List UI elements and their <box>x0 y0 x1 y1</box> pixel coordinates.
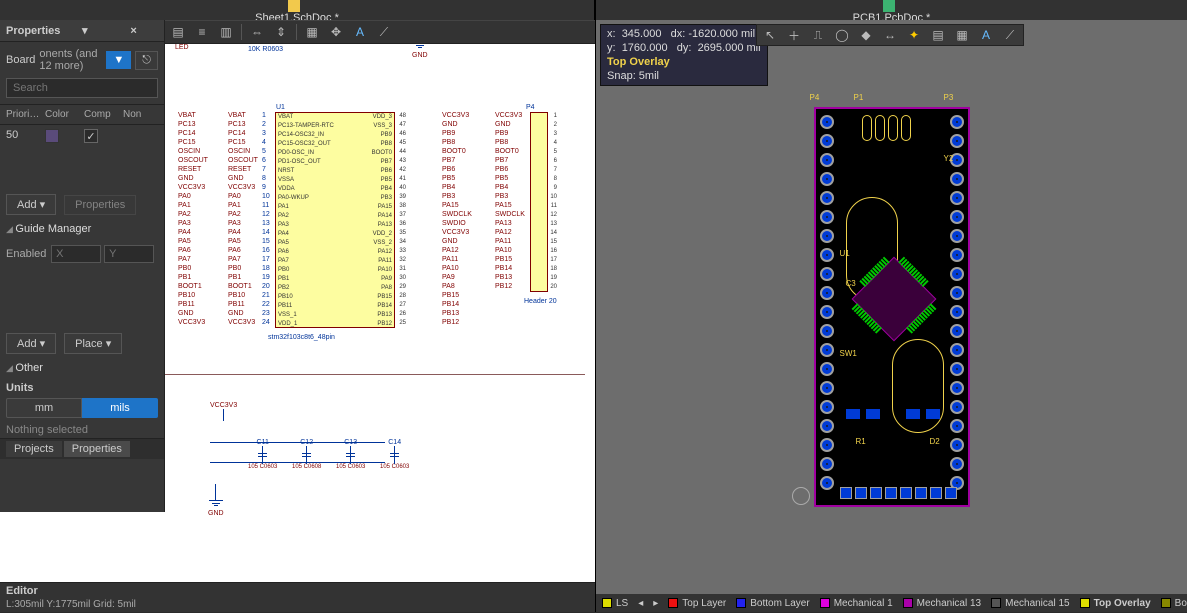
header-body[interactable]: 1234567891011121314151617181920 <box>530 112 548 292</box>
footer-tab-properties[interactable]: Properties <box>64 441 130 457</box>
header-des: P4 <box>526 104 535 111</box>
guide-enabled-label: Enabled <box>6 248 48 260</box>
properties-panel: Properties ▾ × Board onents (and 12 more… <box>0 20 165 512</box>
add-icon[interactable]: ＋ <box>785 26 803 44</box>
other-section-header[interactable]: Other <box>0 358 164 378</box>
pcb-canvas[interactable]: P4 P1 P3 SW1 <box>596 20 1187 594</box>
silk-r1: R1 <box>856 437 866 446</box>
led-label: LED <box>175 44 189 51</box>
distribute-h-icon[interactable]: ⇔ <box>248 23 266 41</box>
route-icon[interactable]: ⎍ <box>809 26 827 44</box>
header-name: Header 20 <box>524 298 557 305</box>
left-statusbar: Editor L:305mil Y:1775mil Grid: 5mil <box>0 582 595 612</box>
add-guide-button[interactable]: Add ▾ <box>6 333 56 354</box>
gnd-top-label: GND <box>412 52 428 59</box>
units-label: Units <box>6 382 158 394</box>
silk-p4: P4 <box>810 93 820 102</box>
highlight-icon[interactable]: ✦ <box>905 26 923 44</box>
origin-marker <box>792 487 810 505</box>
move-icon[interactable]: ✥ <box>327 23 345 41</box>
schematic-toolbar: ▤ ≡ ▥ ⇔ ⇕ ▦ ✥ A ⟋ <box>165 20 595 44</box>
measure-icon[interactable]: ⟋ <box>375 23 393 41</box>
layer-tabs: LS ◂ ▸ Top LayerBottom LayerMechanical 1… <box>596 594 1187 612</box>
layer-tab[interactable]: Mechanical 13 <box>903 598 981 609</box>
chip-body[interactable]: VBATPC13-TAMPER-RTCPC14-OSC32_INPC15-OSC… <box>275 112 395 328</box>
cursor-status: L:305mil Y:1775mil Grid: 5mil <box>0 599 595 613</box>
align-left-icon[interactable]: ▤ <box>169 23 187 41</box>
align-right-icon[interactable]: ▥ <box>217 23 235 41</box>
active-layer: Top Overlay <box>607 55 761 69</box>
comp-checkbox[interactable]: ✓ <box>84 129 98 143</box>
schematic-file-icon <box>288 0 300 12</box>
grid-header: Priori… Color Comp Non <box>0 105 164 125</box>
layer-tab[interactable]: Bottom Layer <box>736 598 809 609</box>
silk-d2: D2 <box>930 437 940 446</box>
cursor-icon[interactable]: ↖ <box>761 26 779 44</box>
grid-icon[interactable]: ▦ <box>303 23 321 41</box>
panel-close-icon[interactable]: × <box>109 25 158 37</box>
distribute-v-icon[interactable]: ⇕ <box>272 23 290 41</box>
pcb-file-icon <box>883 0 895 12</box>
silk-p1: P1 <box>854 93 864 102</box>
properties-button[interactable]: Properties <box>64 195 136 215</box>
filter-button[interactable]: ▼ <box>106 51 131 69</box>
grid-row[interactable]: 50 ✓ <box>0 125 164 150</box>
pcb-toolbar: ↖ ＋ ⎍ ◯ ◆ ↔ ✦ ▤ ▦ A ⟋ <box>756 24 1024 46</box>
footer-tab-projects[interactable]: Projects <box>6 441 62 457</box>
text-icon[interactable]: A <box>351 23 369 41</box>
place-button[interactable]: Place ▾ <box>64 333 122 354</box>
silk-y2: Y2 <box>944 154 954 163</box>
pcb-heads-up: x: 345.000 dx: -1620.000 mil y: 1760.000… <box>600 24 768 86</box>
snap-label: Snap: 5mil <box>607 69 761 83</box>
silk-u1: U1 <box>840 249 850 258</box>
text-icon-pcb[interactable]: A <box>977 26 995 44</box>
filter-summary: onents (and 12 more) <box>39 48 102 72</box>
layer-tab[interactable]: Bottom Ov <box>1161 598 1187 609</box>
layer-nav-next[interactable]: ▸ <box>653 598 658 609</box>
silk-p3: P3 <box>944 93 954 102</box>
units-mm[interactable]: mm <box>6 398 82 418</box>
layer-nav-prev[interactable]: ◂ <box>638 598 643 609</box>
layer-tab[interactable]: Top Layer <box>668 598 726 609</box>
layer-tab[interactable]: Top Overlay <box>1080 598 1151 609</box>
part-des-pc13: PC13 <box>278 44 296 45</box>
res-label: 10K R0603 <box>248 46 283 53</box>
chip-footprint: stm32f103c8t6_48pin <box>268 334 335 341</box>
properties-title: Properties <box>6 25 60 37</box>
guide-y-input[interactable] <box>104 245 154 263</box>
silk-sw1: SW1 <box>840 349 857 358</box>
board-outline: SW1 Y2 U1 <box>814 107 970 507</box>
editor-label: Editor <box>0 583 595 599</box>
layer-tab[interactable]: Mechanical 15 <box>991 598 1069 609</box>
via-icon[interactable]: ◯ <box>833 26 851 44</box>
color-swatch[interactable] <box>45 129 59 143</box>
guide-manager-header[interactable]: Guide Manager <box>0 219 164 239</box>
layers-icon[interactable]: ▤ <box>929 26 947 44</box>
measure-icon-pcb[interactable]: ⟋ <box>1001 26 1019 44</box>
panel-menu-icon[interactable]: ▾ <box>60 24 109 37</box>
board-label: Board <box>6 54 35 66</box>
filter-pin-button[interactable]: ⎋ <box>135 51 158 70</box>
bottom-header <box>840 487 957 499</box>
selection-note: Nothing selected <box>0 422 164 438</box>
silk-c3: C3 <box>846 279 856 288</box>
align-center-icon[interactable]: ≡ <box>193 23 211 41</box>
poly-icon[interactable]: ◆ <box>857 26 875 44</box>
chip-des: U1 <box>276 104 285 111</box>
decoup-power: VCC3V3 <box>210 402 237 409</box>
dim-icon[interactable]: ↔ <box>881 26 899 44</box>
add-button[interactable]: Add ▾ <box>6 194 56 215</box>
layer-tab[interactable]: Mechanical 1 <box>820 598 893 609</box>
search-input[interactable] <box>6 78 158 98</box>
units-mils[interactable]: mils <box>82 398 158 418</box>
guide-x-input[interactable] <box>51 245 101 263</box>
grid-icon-pcb[interactable]: ▦ <box>953 26 971 44</box>
decoup-gnd: GND <box>208 510 224 517</box>
